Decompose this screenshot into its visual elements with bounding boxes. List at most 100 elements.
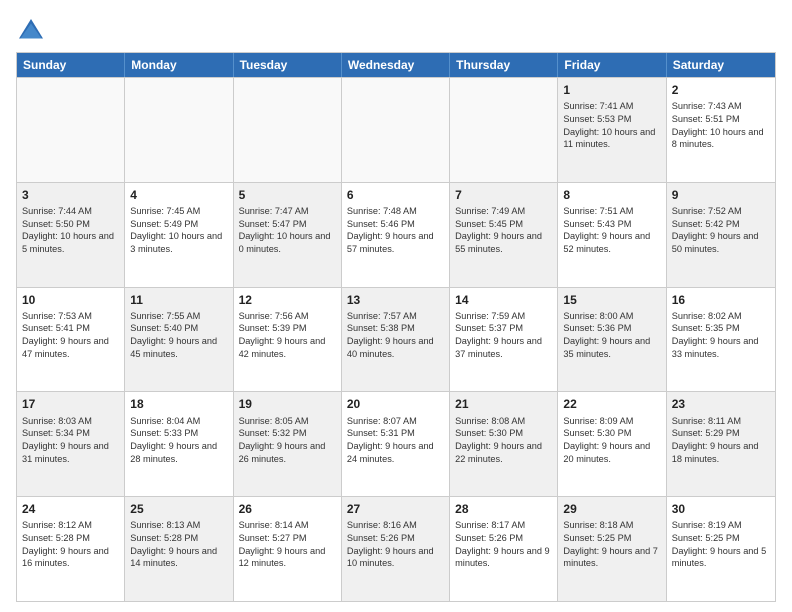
weekday-header-wednesday: Wednesday — [342, 53, 450, 77]
calendar-cell-day-6: 6Sunrise: 7:48 AM Sunset: 5:46 PM Daylig… — [342, 183, 450, 287]
calendar-cell-day-5: 5 Sunrise: 7:47 AM Sunset: 5:47 PM Daylig… — [234, 183, 342, 287]
day-info: Sunrise: 7:43 AM Sunset: 5:51 PM Dayligh… — [672, 100, 770, 151]
day-number: 29 — [563, 501, 660, 517]
day-number: 24 — [22, 501, 119, 517]
day-info: Sunrise: 8:04 AM Sunset: 5:33 PM Dayligh… — [130, 415, 227, 466]
calendar-cell-empty — [234, 78, 342, 182]
calendar-row-3: 17Sunrise: 8:03 AM Sunset: 5:34 PM Dayli… — [17, 391, 775, 496]
calendar-cell-day-10: 10 Sunrise: 7:53 AM Sunset: 5:41 PM Dayli… — [17, 288, 125, 392]
day-number: 27 — [347, 501, 444, 517]
day-number: 23 — [672, 396, 770, 412]
calendar-cell-day-9: 9 Sunrise: 7:52 AM Sunset: 5:42 PM Daylig… — [667, 183, 775, 287]
day-number: 10 — [22, 292, 119, 308]
day-number: 26 — [239, 501, 336, 517]
day-info: Sunrise: 8:18 AM Sunset: 5:25 PM Dayligh… — [563, 519, 660, 570]
day-info: Sunrise: 8:19 AM Sunset: 5:25 PM Dayligh… — [672, 519, 770, 570]
day-info: Sunrise: 8:05 AM Sunset: 5:32 PM Dayligh… — [239, 415, 336, 466]
day-number: 18 — [130, 396, 227, 412]
day-number: 14 — [455, 292, 552, 308]
weekday-header-monday: Monday — [125, 53, 233, 77]
day-number: 6 — [347, 187, 444, 203]
day-info: Sunrise: 7:59 AM Sunset: 5:37 PM Dayligh… — [455, 310, 552, 361]
day-number: 21 — [455, 396, 552, 412]
calendar-cell-day-25: 25 Sunrise: 8:13 AM Sunset: 5:28 PM Dayli… — [125, 497, 233, 601]
calendar-cell-day-8: 8 Sunrise: 7:51 AM Sunset: 5:43 PM Daylig… — [558, 183, 666, 287]
day-info: Sunrise: 8:07 AM Sunset: 5:31 PM Dayligh… — [347, 415, 444, 466]
calendar-cell-day-13: 13Sunrise: 7:57 AM Sunset: 5:38 PM Dayli… — [342, 288, 450, 392]
calendar-cell-day-30: 30 Sunrise: 8:19 AM Sunset: 5:25 PM Dayli… — [667, 497, 775, 601]
day-info: Sunrise: 7:53 AM Sunset: 5:41 PM Dayligh… — [22, 310, 119, 361]
calendar-cell-empty — [125, 78, 233, 182]
calendar-cell-day-15: 15Sunrise: 8:00 AM Sunset: 5:36 PM Dayli… — [558, 288, 666, 392]
day-info: Sunrise: 8:09 AM Sunset: 5:30 PM Dayligh… — [563, 415, 660, 466]
day-info: Sunrise: 8:16 AM Sunset: 5:26 PM Dayligh… — [347, 519, 444, 570]
day-info: Sunrise: 8:12 AM Sunset: 5:28 PM Dayligh… — [22, 519, 119, 570]
logo-icon — [16, 16, 46, 46]
day-info: Sunrise: 7:56 AM Sunset: 5:39 PM Dayligh… — [239, 310, 336, 361]
day-info: Sunrise: 7:41 AM Sunset: 5:53 PM Dayligh… — [563, 100, 660, 151]
day-number: 7 — [455, 187, 552, 203]
calendar-cell-empty — [342, 78, 450, 182]
calendar-row-2: 10 Sunrise: 7:53 AM Sunset: 5:41 PM Dayli… — [17, 287, 775, 392]
calendar-body: 1 Sunrise: 7:41 AM Sunset: 5:53 PM Daylig… — [17, 77, 775, 601]
calendar-cell-day-20: 20 Sunrise: 8:07 AM Sunset: 5:31 PM Dayli… — [342, 392, 450, 496]
day-number: 8 — [563, 187, 660, 203]
day-info: Sunrise: 7:55 AM Sunset: 5:40 PM Dayligh… — [130, 310, 227, 361]
weekday-header-friday: Friday — [558, 53, 666, 77]
calendar-cell-day-29: 29 Sunrise: 8:18 AM Sunset: 5:25 PM Dayli… — [558, 497, 666, 601]
calendar-row-1: 3Sunrise: 7:44 AM Sunset: 5:50 PM Daylig… — [17, 182, 775, 287]
weekday-header-sunday: Sunday — [17, 53, 125, 77]
calendar-cell-day-2: 2 Sunrise: 7:43 AM Sunset: 5:51 PM Daylig… — [667, 78, 775, 182]
day-info: Sunrise: 8:13 AM Sunset: 5:28 PM Dayligh… — [130, 519, 227, 570]
day-number: 28 — [455, 501, 552, 517]
calendar-cell-day-12: 12 Sunrise: 7:56 AM Sunset: 5:39 PM Dayli… — [234, 288, 342, 392]
calendar-cell-day-3: 3Sunrise: 7:44 AM Sunset: 5:50 PM Daylig… — [17, 183, 125, 287]
day-info: Sunrise: 7:52 AM Sunset: 5:42 PM Dayligh… — [672, 205, 770, 256]
day-info: Sunrise: 8:03 AM Sunset: 5:34 PM Dayligh… — [22, 415, 119, 466]
weekday-header-tuesday: Tuesday — [234, 53, 342, 77]
day-number: 2 — [672, 82, 770, 98]
calendar-cell-day-11: 11 Sunrise: 7:55 AM Sunset: 5:40 PM Dayli… — [125, 288, 233, 392]
calendar-row-0: 1 Sunrise: 7:41 AM Sunset: 5:53 PM Daylig… — [17, 77, 775, 182]
calendar-cell-day-19: 19Sunrise: 8:05 AM Sunset: 5:32 PM Dayli… — [234, 392, 342, 496]
calendar-row-4: 24 Sunrise: 8:12 AM Sunset: 5:28 PM Dayli… — [17, 496, 775, 601]
day-info: Sunrise: 7:47 AM Sunset: 5:47 PM Dayligh… — [239, 205, 336, 256]
day-number: 13 — [347, 292, 444, 308]
day-number: 20 — [347, 396, 444, 412]
day-number: 15 — [563, 292, 660, 308]
calendar-cell-day-1: 1 Sunrise: 7:41 AM Sunset: 5:53 PM Daylig… — [558, 78, 666, 182]
calendar-cell-day-16: 16Sunrise: 8:02 AM Sunset: 5:35 PM Dayli… — [667, 288, 775, 392]
day-number: 3 — [22, 187, 119, 203]
day-info: Sunrise: 8:02 AM Sunset: 5:35 PM Dayligh… — [672, 310, 770, 361]
calendar-cell-empty — [17, 78, 125, 182]
day-number: 1 — [563, 82, 660, 98]
day-info: Sunrise: 7:45 AM Sunset: 5:49 PM Dayligh… — [130, 205, 227, 256]
day-info: Sunrise: 7:49 AM Sunset: 5:45 PM Dayligh… — [455, 205, 552, 256]
calendar-cell-day-14: 14 Sunrise: 7:59 AM Sunset: 5:37 PM Dayli… — [450, 288, 558, 392]
calendar-cell-empty — [450, 78, 558, 182]
calendar-cell-day-4: 4 Sunrise: 7:45 AM Sunset: 5:49 PM Daylig… — [125, 183, 233, 287]
calendar-cell-day-21: 21 Sunrise: 8:08 AM Sunset: 5:30 PM Dayli… — [450, 392, 558, 496]
calendar-cell-day-24: 24 Sunrise: 8:12 AM Sunset: 5:28 PM Dayli… — [17, 497, 125, 601]
header — [16, 16, 776, 46]
calendar-cell-day-28: 28 Sunrise: 8:17 AM Sunset: 5:26 PM Dayli… — [450, 497, 558, 601]
day-number: 12 — [239, 292, 336, 308]
calendar-cell-day-27: 27 Sunrise: 8:16 AM Sunset: 5:26 PM Dayli… — [342, 497, 450, 601]
calendar-cell-day-17: 17Sunrise: 8:03 AM Sunset: 5:34 PM Dayli… — [17, 392, 125, 496]
calendar-cell-day-23: 23Sunrise: 8:11 AM Sunset: 5:29 PM Dayli… — [667, 392, 775, 496]
day-info: Sunrise: 8:14 AM Sunset: 5:27 PM Dayligh… — [239, 519, 336, 570]
day-number: 9 — [672, 187, 770, 203]
weekday-header-thursday: Thursday — [450, 53, 558, 77]
day-info: Sunrise: 8:17 AM Sunset: 5:26 PM Dayligh… — [455, 519, 552, 570]
day-info: Sunrise: 7:51 AM Sunset: 5:43 PM Dayligh… — [563, 205, 660, 256]
calendar-cell-day-18: 18 Sunrise: 8:04 AM Sunset: 5:33 PM Dayli… — [125, 392, 233, 496]
day-number: 30 — [672, 501, 770, 517]
day-number: 4 — [130, 187, 227, 203]
day-number: 5 — [239, 187, 336, 203]
day-info: Sunrise: 8:08 AM Sunset: 5:30 PM Dayligh… — [455, 415, 552, 466]
calendar-cell-day-7: 7 Sunrise: 7:49 AM Sunset: 5:45 PM Daylig… — [450, 183, 558, 287]
day-number: 11 — [130, 292, 227, 308]
day-number: 25 — [130, 501, 227, 517]
day-number: 22 — [563, 396, 660, 412]
logo — [16, 16, 50, 46]
